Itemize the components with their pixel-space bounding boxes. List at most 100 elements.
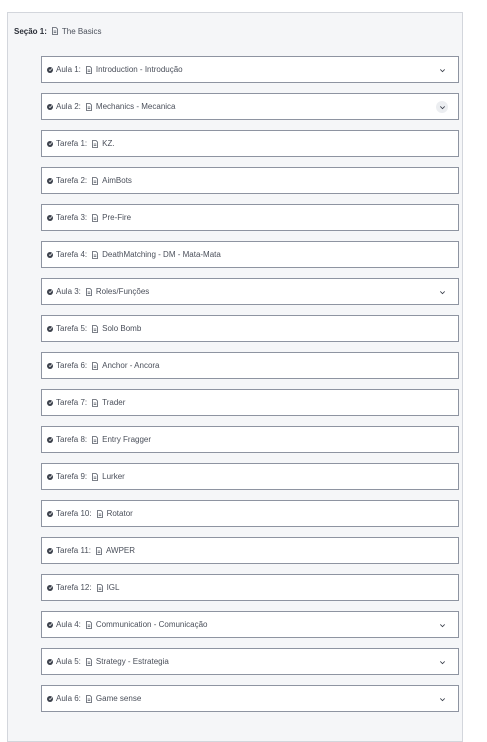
document-icon (85, 65, 93, 74)
completed-check-icon (47, 436, 53, 443)
row-title: Rotator (106, 509, 133, 518)
document-icon (91, 398, 99, 407)
task-row[interactable]: Tarefa 7: Trader (41, 389, 459, 416)
task-row[interactable]: Tarefa 2: AimBots (41, 167, 459, 194)
completed-check-icon (47, 658, 53, 665)
document-icon (85, 620, 93, 629)
task-row[interactable]: Tarefa 4: DeathMatching - DM - Mata-Mata (41, 241, 459, 268)
row-kind-label: Aula 5: (56, 657, 81, 666)
row-kind-label: Tarefa 8: (56, 435, 88, 444)
completed-check-icon (47, 584, 53, 591)
row-kind-label: Tarefa 3: (56, 213, 88, 222)
row-kind-label: Tarefa 12: (56, 583, 92, 592)
task-row[interactable]: Tarefa 9: Lurker (41, 463, 459, 490)
lesson-row[interactable]: Aula 5: Strategy - Estrategia (41, 648, 459, 675)
document-icon (85, 694, 93, 703)
row-kind-label: Tarefa 9: (56, 472, 88, 481)
section-header: Seção 1: The Basics (14, 24, 101, 38)
task-row[interactable]: Tarefa 10: Rotator (41, 500, 459, 527)
row-title: Entry Fragger (102, 435, 152, 444)
row-kind-label: Aula 4: (56, 620, 81, 629)
completed-check-icon (47, 510, 53, 517)
document-icon (91, 139, 99, 148)
row-title: Solo Bomb (102, 324, 142, 333)
completed-check-icon (47, 66, 53, 73)
chevron-down-icon[interactable] (436, 693, 448, 705)
document-icon (91, 250, 99, 259)
lesson-row[interactable]: Aula 6: Game sense (41, 685, 459, 712)
row-kind-label: Tarefa 1: (56, 139, 88, 148)
completed-check-icon (47, 695, 53, 702)
row-title: Pre-Fire (102, 213, 132, 222)
completed-check-icon (47, 140, 53, 147)
row-title: Game sense (95, 694, 142, 703)
document-icon (91, 324, 99, 333)
task-row[interactable]: Tarefa 11: AWPER (41, 537, 459, 564)
row-kind-label: Tarefa 5: (56, 324, 88, 333)
document-icon (91, 361, 99, 370)
curriculum-panel: Seção 1: The Basics Aula 1: Introduction … (7, 12, 463, 742)
document-icon (51, 27, 59, 35)
document-icon (91, 176, 99, 185)
lesson-row[interactable]: Aula 3: Roles/Funções (41, 278, 459, 305)
row-title: Strategy - Estrategia (95, 657, 169, 666)
row-title: Anchor - Ancora (102, 361, 160, 370)
task-row[interactable]: Tarefa 12: IGL (41, 574, 459, 601)
row-kind-label: Tarefa 6: (56, 361, 88, 370)
completed-check-icon (47, 177, 53, 184)
row-title: IGL (106, 583, 120, 592)
document-icon (85, 102, 93, 111)
completed-check-icon (47, 547, 53, 554)
row-title: AWPER (105, 546, 136, 555)
row-title: Introduction - Introdução (95, 65, 183, 74)
document-icon (91, 472, 99, 481)
row-kind-label: Aula 3: (56, 287, 81, 296)
completed-check-icon (47, 288, 53, 295)
completed-check-icon (47, 103, 53, 110)
document-icon (91, 213, 99, 222)
chevron-down-icon[interactable] (436, 656, 448, 668)
lesson-row[interactable]: Aula 2: Mechanics - Mecanica (41, 93, 459, 120)
completed-check-icon (47, 362, 53, 369)
chevron-down-icon[interactable] (436, 101, 448, 113)
lesson-row[interactable]: Aula 1: Introduction - Introdução (41, 56, 459, 83)
row-kind-label: Tarefa 4: (56, 250, 88, 259)
chevron-down-icon[interactable] (436, 286, 448, 298)
task-row[interactable]: Tarefa 5: Solo Bomb (41, 315, 459, 342)
row-title: Lurker (102, 472, 125, 481)
row-title: Mechanics - Mecanica (95, 102, 176, 111)
row-kind-label: Aula 2: (56, 102, 81, 111)
task-row[interactable]: Tarefa 8: Entry Fragger (41, 426, 459, 453)
document-icon (91, 435, 99, 444)
document-icon (95, 546, 103, 555)
task-row[interactable]: Tarefa 1: KZ. (41, 130, 459, 157)
row-kind-label: Tarefa 7: (56, 398, 88, 407)
document-icon (85, 657, 93, 666)
document-icon (96, 583, 104, 592)
chevron-down-icon[interactable] (436, 64, 448, 76)
row-title: Trader (102, 398, 126, 407)
completed-check-icon (47, 251, 53, 258)
task-row[interactable]: Tarefa 3: Pre-Fire (41, 204, 459, 231)
row-title: DeathMatching - DM - Mata-Mata (102, 250, 221, 259)
document-icon (85, 287, 93, 296)
document-icon (96, 509, 104, 518)
row-title: Communication - Comunicação (95, 620, 208, 629)
row-title: AimBots (102, 176, 132, 185)
row-kind-label: Aula 1: (56, 65, 81, 74)
completed-check-icon (47, 325, 53, 332)
row-kind-label: Tarefa 2: (56, 176, 88, 185)
chevron-down-icon[interactable] (436, 619, 448, 631)
completed-check-icon (47, 473, 53, 480)
completed-check-icon (47, 399, 53, 406)
row-kind-label: Tarefa 11: (56, 546, 91, 555)
row-title: Roles/Funções (95, 287, 150, 296)
completed-check-icon (47, 621, 53, 628)
lesson-list: Aula 1: Introduction - Introdução Aula 2: M… (41, 56, 459, 722)
row-title: KZ. (102, 139, 115, 148)
lesson-row[interactable]: Aula 4: Communication - Comunicação (41, 611, 459, 638)
completed-check-icon (47, 214, 53, 221)
section-label: Seção 1: (14, 26, 47, 36)
task-row[interactable]: Tarefa 6: Anchor - Ancora (41, 352, 459, 379)
section-title: The Basics (61, 26, 102, 36)
